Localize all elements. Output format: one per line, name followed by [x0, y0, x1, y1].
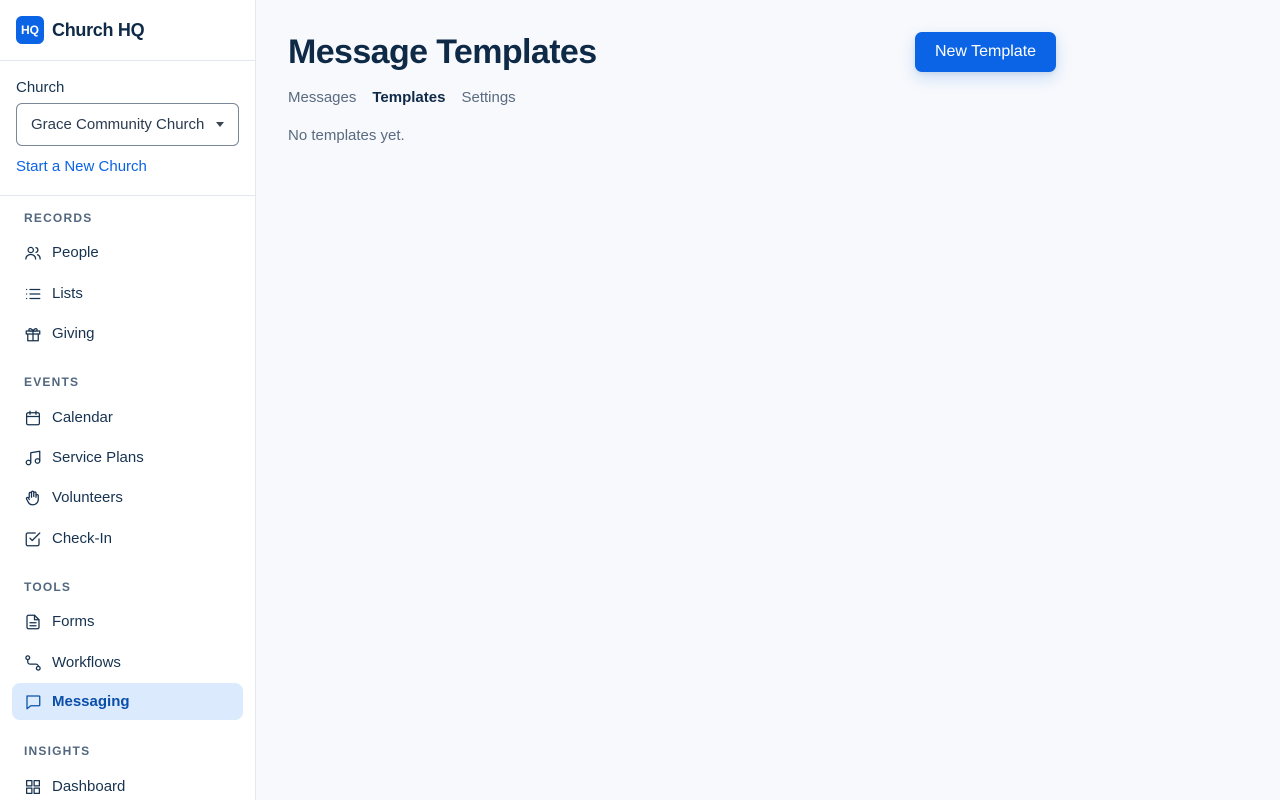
- hand-icon: [24, 489, 42, 507]
- sidebar-item-label: Dashboard: [52, 778, 126, 795]
- sidebar: HQ Church HQ Church Grace Community Chur…: [0, 0, 256, 800]
- tabs: Messages Templates Settings: [288, 89, 516, 106]
- brand-name: Church HQ: [52, 19, 145, 40]
- sidebar-item-workflows[interactable]: Workflows: [12, 644, 243, 681]
- sidebar-item-people[interactable]: People: [12, 234, 243, 271]
- tab-templates[interactable]: Templates: [372, 89, 445, 106]
- sidebar-item-label: Lists: [52, 285, 83, 302]
- section-title-insights: INSIGHTS: [24, 744, 91, 758]
- section-title-records: RECORDS: [24, 211, 93, 225]
- brand-logo: HQ: [16, 16, 44, 44]
- sidebar-item-check-in[interactable]: Check-In: [12, 520, 243, 557]
- sidebar-item-giving[interactable]: Giving: [12, 315, 243, 352]
- sidebar-item-label: Workflows: [52, 654, 121, 671]
- list-icon: [24, 285, 42, 303]
- sidebar-item-label: Service Plans: [52, 449, 144, 466]
- sidebar-item-lists[interactable]: Lists: [12, 275, 243, 312]
- message-icon: [24, 693, 42, 711]
- church-select[interactable]: Grace Community Church (: [16, 103, 239, 146]
- sidebar-item-label: People: [52, 244, 99, 261]
- sidebar-item-label: Check-In: [52, 530, 113, 547]
- chevron-down-icon: [216, 122, 224, 127]
- calendar-icon: [24, 409, 42, 427]
- tab-settings[interactable]: Settings: [461, 89, 515, 106]
- church-block: Church Grace Community Church ( Start a …: [0, 61, 255, 196]
- document-icon: [24, 613, 42, 631]
- brand: HQ Church HQ: [0, 0, 255, 61]
- checkbox-icon: [24, 530, 42, 548]
- page-title: Message Templates: [288, 33, 597, 71]
- sidebar-item-dashboard[interactable]: Dashboard: [12, 768, 243, 800]
- sidebar-item-volunteers[interactable]: Volunteers: [12, 479, 243, 516]
- section-title-tools: TOOLS: [24, 580, 72, 594]
- church-select-value: Grace Community Church (: [31, 116, 207, 133]
- section-title-events: EVENTS: [24, 375, 80, 389]
- start-new-church-link[interactable]: Start a New Church: [16, 158, 239, 175]
- sidebar-item-forms[interactable]: Forms: [12, 603, 243, 640]
- sidebar-item-service-plans[interactable]: Service Plans: [12, 439, 243, 476]
- dashboard-icon: [24, 778, 42, 796]
- empty-state-text: No templates yet.: [288, 127, 405, 144]
- people-icon: [24, 244, 42, 262]
- church-label: Church: [16, 79, 65, 96]
- music-note-icon: [24, 449, 42, 467]
- new-template-button[interactable]: New Template: [915, 32, 1056, 72]
- workflow-icon: [24, 654, 42, 672]
- gift-icon: [24, 325, 42, 343]
- sidebar-item-label: Calendar: [52, 409, 113, 426]
- sidebar-item-messaging[interactable]: Messaging: [12, 683, 243, 720]
- sidebar-item-label: Giving: [52, 325, 95, 342]
- sidebar-item-label: Forms: [52, 613, 95, 630]
- main-content: Message Templates New Template Messages …: [256, 0, 1280, 800]
- sidebar-item-calendar[interactable]: Calendar: [12, 399, 243, 436]
- sidebar-item-label: Volunteers: [52, 489, 123, 506]
- sidebar-item-label: Messaging: [52, 693, 130, 710]
- tab-messages[interactable]: Messages: [288, 89, 356, 106]
